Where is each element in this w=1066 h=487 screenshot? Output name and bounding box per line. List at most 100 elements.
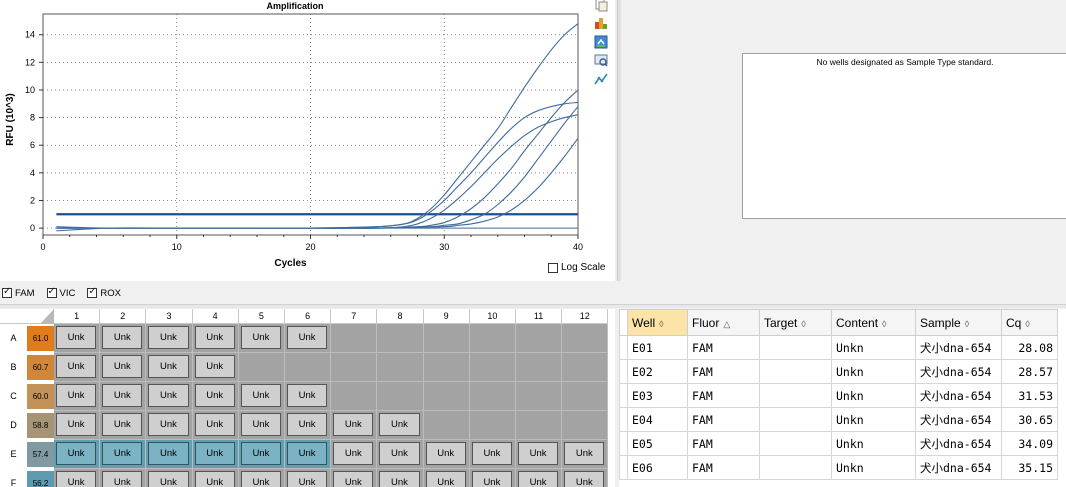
table-row[interactable]: E01 FAM Unkn 犬小dna-654 28.08 (619, 335, 1058, 360)
plate-well[interactable]: Unk (469, 469, 516, 487)
horizontal-splitter[interactable] (0, 304, 1066, 308)
plate-well[interactable] (331, 324, 378, 353)
plate-well[interactable]: Unk (285, 440, 332, 469)
plate-column-header[interactable]: 6 (285, 309, 332, 324)
plate-well[interactable] (562, 382, 609, 411)
plate-well[interactable]: Unk (100, 469, 147, 487)
plate-row-header[interactable]: A (0, 324, 27, 353)
plate-well[interactable]: Unk (146, 440, 193, 469)
plate-well[interactable] (377, 324, 424, 353)
plate-well[interactable]: Unk (562, 440, 609, 469)
table-row[interactable]: E04 FAM Unkn 犬小dna-654 30.65 (619, 407, 1058, 432)
sort-icon[interactable]: ◊ (965, 319, 969, 329)
plate-well[interactable]: Unk (238, 440, 285, 469)
plate-column-header[interactable]: 3 (146, 309, 193, 324)
plate-well[interactable]: Unk (238, 411, 285, 440)
plate-well[interactable]: Unk (238, 324, 285, 353)
plate-well[interactable]: Unk (54, 469, 101, 487)
fluor-checkbox[interactable] (87, 286, 98, 298)
table-row[interactable]: E02 FAM Unkn 犬小dna-654 28.57 (619, 359, 1058, 384)
plate-well[interactable] (516, 382, 563, 411)
plate-well[interactable] (516, 411, 563, 440)
plate-well[interactable]: Unk (146, 469, 193, 487)
plate-well[interactable] (423, 324, 470, 353)
plate-column-header[interactable]: 7 (331, 309, 378, 324)
plate-corner[interactable] (0, 309, 54, 324)
log-scale-toggle[interactable]: Log Scale (548, 262, 605, 273)
trend-icon[interactable] (594, 72, 608, 86)
row-selector[interactable] (619, 407, 628, 432)
plate-well[interactable]: Unk (192, 324, 239, 353)
plate-well[interactable] (331, 353, 378, 382)
plate-well[interactable] (469, 353, 516, 382)
plate-well[interactable]: Unk (423, 440, 470, 469)
plate-well[interactable]: Unk (377, 440, 424, 469)
plate-well[interactable]: Unk (377, 411, 424, 440)
plate-well[interactable]: Unk (146, 382, 193, 411)
copy-icon[interactable] (594, 0, 608, 12)
plate-well[interactable] (562, 324, 609, 353)
plate-column-header[interactable]: 10 (469, 309, 516, 324)
log-scale-checkbox[interactable] (548, 262, 558, 273)
plate-well[interactable]: Unk (331, 411, 378, 440)
row-selector[interactable] (619, 335, 628, 360)
plate-well[interactable] (469, 411, 516, 440)
chart-bar-icon[interactable] (594, 16, 608, 30)
plate-well[interactable]: Unk (377, 469, 424, 487)
plate-well[interactable]: Unk (562, 469, 609, 487)
column-header-sample[interactable]: Sample ◊ (915, 309, 1002, 336)
column-header-cq[interactable]: Cq ◊ (1001, 309, 1058, 336)
plate-well[interactable]: Unk (238, 382, 285, 411)
plate-well[interactable]: Unk (100, 411, 147, 440)
plate-well[interactable] (516, 324, 563, 353)
fluor-filter-vic[interactable]: VIC (46, 286, 75, 299)
sort-icon[interactable]: △ (723, 319, 730, 329)
plate-well[interactable]: Unk (54, 411, 101, 440)
table-row[interactable]: E05 FAM Unkn 犬小dna-654 34.09 (619, 431, 1058, 456)
export-icon[interactable] (594, 35, 608, 49)
plate-well[interactable]: Unk (192, 382, 239, 411)
row-selector[interactable] (619, 431, 628, 456)
plate-well[interactable]: Unk (192, 353, 239, 382)
plate-well[interactable]: Unk (285, 469, 332, 487)
plate-column-header[interactable]: 8 (377, 309, 424, 324)
plate-well[interactable] (562, 411, 609, 440)
row-selector[interactable] (619, 455, 628, 480)
column-header-fluor[interactable]: Fluor △ (687, 309, 760, 336)
plate-well[interactable]: Unk (100, 440, 147, 469)
plate-row-header[interactable]: F (0, 469, 27, 487)
plate-well[interactable] (469, 382, 516, 411)
plate-well[interactable]: Unk (285, 411, 332, 440)
plate-row-header[interactable]: D (0, 411, 27, 440)
vertical-splitter[interactable] (617, 0, 621, 281)
plate-well[interactable]: Unk (285, 324, 332, 353)
plate-well[interactable] (423, 382, 470, 411)
plate-column-header[interactable]: 11 (516, 309, 563, 324)
plate-well[interactable]: Unk (192, 440, 239, 469)
plate-well[interactable] (469, 324, 516, 353)
plate-well[interactable]: Unk (54, 440, 101, 469)
plate-well[interactable] (377, 353, 424, 382)
row-selector[interactable] (619, 359, 628, 384)
plate-well[interactable]: Unk (192, 411, 239, 440)
plate-row-header[interactable]: E (0, 440, 27, 469)
plate-column-header[interactable]: 1 (54, 309, 101, 324)
print-preview-icon[interactable] (594, 53, 608, 67)
row-selector[interactable] (619, 383, 628, 408)
fluor-checkbox[interactable] (2, 286, 12, 298)
plate-well[interactable]: Unk (192, 469, 239, 487)
plate-well[interactable] (562, 353, 609, 382)
fluor-filter-rox[interactable]: ROX (87, 286, 121, 299)
plate-well[interactable]: Unk (331, 469, 378, 487)
plate-column-header[interactable]: 4 (192, 309, 239, 324)
fluor-checkbox[interactable] (46, 286, 57, 298)
table-row-selector-header[interactable] (619, 309, 628, 336)
column-header-target[interactable]: Target ◊ (759, 309, 832, 336)
plate-well[interactable] (377, 382, 424, 411)
plate-well[interactable]: Unk (516, 440, 563, 469)
plate-well[interactable]: Unk (469, 440, 516, 469)
plate-well[interactable]: Unk (423, 469, 470, 487)
fluor-filter-fam[interactable]: FAM (2, 286, 35, 299)
plate-well[interactable]: Unk (54, 353, 101, 382)
table-row[interactable]: E06 FAM Unkn 犬小dna-654 35.15 (619, 455, 1058, 480)
